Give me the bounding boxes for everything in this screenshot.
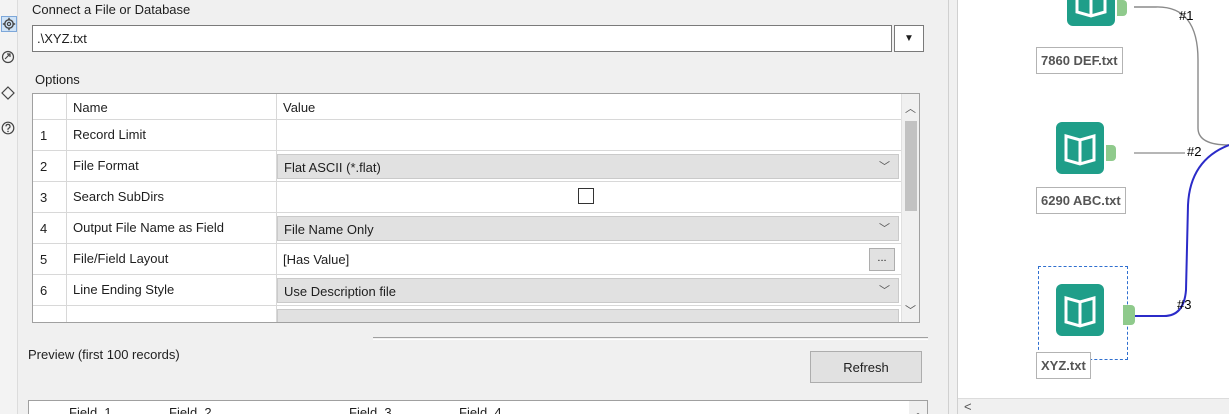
connection-label: #2 <box>1187 144 1202 159</box>
scroll-up-icon[interactable]: ︿ <box>905 100 916 116</box>
grid-header-row: Name Value <box>33 94 903 120</box>
preview-header: Field_3 <box>349 405 392 414</box>
tool-annotation: XYZ.txt <box>1036 352 1091 379</box>
chevron-down-icon: ﹀ <box>879 161 890 173</box>
option-value-cell <box>276 182 903 213</box>
file-format-value: Flat ASCII (*.flat) <box>284 160 381 175</box>
help-icon[interactable] <box>1 121 17 137</box>
chevron-down-icon: ▼ <box>904 33 914 44</box>
field-layout-value: [Has Value] <box>283 252 350 267</box>
output-anchor[interactable] <box>1117 0 1127 16</box>
chevron-down-icon: ﹀ <box>879 223 890 235</box>
workflow-canvas[interactable]: 7860 DEF.txt #1 6290 ABC.txt #2 XYZ.txt … <box>958 0 1229 414</box>
preview-grid: Field_1 Field_2 Field_3 Field_4 ︿ <box>28 400 928 414</box>
tool-annotation: 6290 ABC.txt <box>1036 187 1126 214</box>
tag-icon[interactable] <box>1 86 17 102</box>
scroll-thumb[interactable] <box>905 121 917 211</box>
ellipsis-icon[interactable]: ... <box>869 248 895 271</box>
panel-divider[interactable] <box>948 0 958 414</box>
output-file-name-select[interactable]: File Name Only ﹀ <box>277 216 899 241</box>
connect-label: Connect a File or Database <box>32 2 191 17</box>
grid-header-num <box>33 94 66 120</box>
option-value-cell: Use Description file ﹀ <box>276 275 903 306</box>
option-row-file-format[interactable]: 2 File Format Flat ASCII (*.flat) ﹀ <box>33 151 903 182</box>
option-row-field-layout[interactable]: 5 File/Field Layout [Has Value] ... <box>33 244 903 275</box>
row-number: 5 <box>40 252 48 267</box>
row-number: 6 <box>40 283 48 298</box>
scroll-up-icon[interactable]: ︿ <box>909 401 927 414</box>
separator <box>373 337 928 340</box>
row-number: 3 <box>40 190 48 205</box>
book-icon <box>1064 134 1096 166</box>
gear-icon[interactable] <box>1 16 17 32</box>
line-ending-value: Use Description file <box>284 284 396 299</box>
record-limit-value[interactable] <box>276 120 903 151</box>
preview-header: Field_1 <box>69 405 112 414</box>
file-dropdown-button[interactable]: ▼ <box>894 25 924 52</box>
option-value-cell: File Name Only ﹀ <box>276 213 903 244</box>
option-row-partial <box>33 306 903 322</box>
options-scrollbar[interactable]: ︿ ﹀ <box>901 94 919 322</box>
row-number: 2 <box>40 159 48 174</box>
option-name <box>66 306 276 322</box>
configuration-panel: Connect a File or Database .\XYZ.txt ▼ O… <box>18 0 948 414</box>
preview-header: Field_2 <box>169 405 212 414</box>
scroll-down-icon[interactable]: ﹀ <box>905 302 916 318</box>
row-number: 1 <box>40 128 48 143</box>
book-icon <box>1075 0 1107 18</box>
output-anchor[interactable] <box>1106 145 1116 161</box>
input-tool-3[interactable] <box>1056 284 1104 336</box>
option-row-search-subdirs[interactable]: 3 Search SubDirs <box>33 182 903 213</box>
tool-annotation: 7860 DEF.txt <box>1036 47 1123 74</box>
search-subdirs-checkbox[interactable] <box>578 188 594 204</box>
preview-header: Field_4 <box>459 405 502 414</box>
book-icon <box>1064 296 1096 328</box>
line-ending-select[interactable]: Use Description file ﹀ <box>277 278 899 303</box>
option-name: Output File Name as Field <box>66 213 276 244</box>
connection-label: #1 <box>1179 8 1194 23</box>
config-icon-rail <box>0 0 18 414</box>
option-name: File/Field Layout <box>66 244 276 275</box>
file-format-select[interactable]: Flat ASCII (*.flat) ﹀ <box>277 154 899 179</box>
chevron-down-icon: ﹀ <box>879 285 890 297</box>
option-value-cell <box>276 306 903 322</box>
connection-label: #3 <box>1177 297 1192 312</box>
row-number: 4 <box>40 221 48 236</box>
option-row-output-file-name[interactable]: 4 Output File Name as Field File Name On… <box>33 213 903 244</box>
input-tool-1[interactable] <box>1067 0 1115 26</box>
option-name: File Format <box>66 151 276 182</box>
option-row-line-ending[interactable]: 6 Line Ending Style Use Description file… <box>33 275 903 306</box>
option-value-cell: Flat ASCII (*.flat) ﹀ <box>276 151 903 182</box>
row-number <box>33 306 66 322</box>
canvas-hscrollbar[interactable]: < <box>958 398 1229 414</box>
option-value-cell: [Has Value] ... <box>276 244 903 275</box>
grid-header-name: Name <box>66 94 276 120</box>
output-file-name-value: File Name Only <box>284 222 374 237</box>
input-tool-2[interactable] <box>1056 122 1104 174</box>
preview-label: Preview (first 100 records) <box>28 347 180 362</box>
options-grid: Name Value 1 Record Limit 2 File Format … <box>32 93 920 323</box>
options-label: Options <box>35 72 80 87</box>
grid-header-value: Value <box>276 94 903 120</box>
refresh-button[interactable]: Refresh <box>810 351 922 383</box>
annotation-icon[interactable] <box>1 50 17 66</box>
scroll-left-icon[interactable]: < <box>964 399 972 414</box>
option-row-record-limit[interactable]: 1 Record Limit <box>33 120 903 151</box>
option-name: Line Ending Style <box>66 275 276 306</box>
option-name: Search SubDirs <box>66 182 276 213</box>
file-path-input[interactable]: .\XYZ.txt <box>32 25 892 52</box>
partial-select <box>277 309 899 322</box>
output-anchor[interactable] <box>1123 305 1135 325</box>
option-name: Record Limit <box>66 120 276 151</box>
